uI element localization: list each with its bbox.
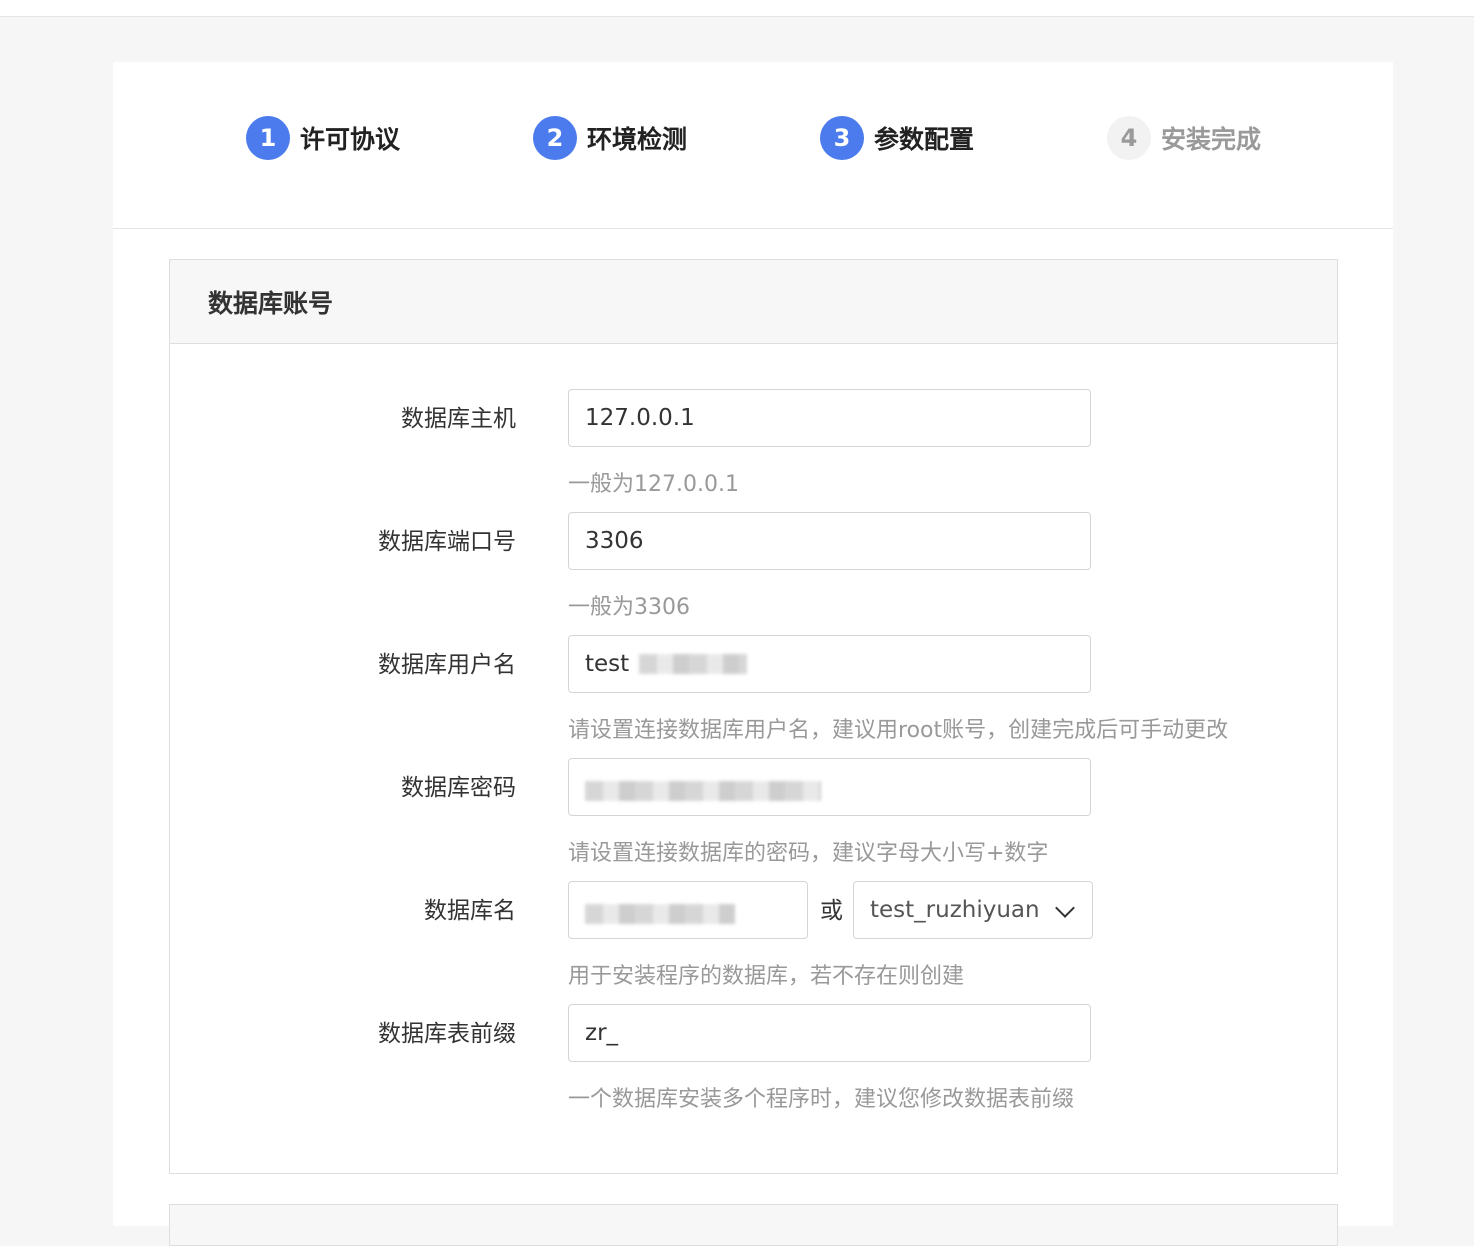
- user-label: 数据库用户名: [378, 652, 516, 678]
- or-text: 或: [820, 898, 843, 924]
- redacted-mask: [585, 781, 821, 801]
- install-steps: 1 许可协议 2 环境检测 3 参数配置 4 安装完成: [113, 62, 1393, 229]
- chevron-down-icon: [1055, 898, 1075, 918]
- field-row-port: 数据库端口号 3306: [170, 512, 1337, 572]
- panel-title: 数据库账号: [170, 260, 1337, 344]
- user-hint: 请设置连接数据库用户名，建议用root账号，创建完成后可手动更改: [568, 718, 1229, 743]
- step-environment-check: 2 环境检测: [533, 116, 687, 160]
- dbname-input[interactable]: [568, 881, 808, 939]
- redacted-mask: [585, 904, 735, 924]
- top-bar: [0, 0, 1474, 17]
- step-number: 3: [820, 116, 864, 160]
- dbname-hint: 用于安装程序的数据库，若不存在则创建: [568, 964, 965, 989]
- step-parameter-config: 3 参数配置: [820, 116, 974, 160]
- step-number: 2: [533, 116, 577, 160]
- password-hint: 请设置连接数据库的密码，建议字母大小写+数字: [568, 841, 1049, 866]
- field-row-dbname: 数据库名 或 test_ruzhiyuan: [170, 881, 1337, 941]
- step-label: 安装完成: [1161, 125, 1262, 154]
- field-row-user: 数据库用户名 test: [170, 635, 1337, 695]
- step-install-complete: 4 安装完成: [1107, 116, 1261, 160]
- step-license: 1 许可协议: [246, 116, 400, 160]
- dbname-select[interactable]: test_ruzhiyuan: [853, 881, 1093, 939]
- password-input[interactable]: [568, 758, 1091, 816]
- prefix-hint: 一个数据库安装多个程序时，建议您修改数据表前缀: [568, 1087, 1075, 1112]
- prefix-label: 数据库表前缀: [378, 1021, 516, 1047]
- prefix-input[interactable]: zr_: [568, 1004, 1091, 1062]
- dbname-select-value: test_ruzhiyuan: [870, 897, 1040, 923]
- host-label: 数据库主机: [401, 406, 516, 432]
- username-input[interactable]: test: [568, 635, 1091, 693]
- database-account-panel: 数据库账号 数据库主机 127.0.0.1 一般为127.0.0.1 数据库端口…: [169, 259, 1338, 1174]
- port-input[interactable]: 3306: [568, 512, 1091, 570]
- install-card: 1 许可协议 2 环境检测 3 参数配置 4 安装完成 数据库账号 数据库主机 …: [113, 62, 1393, 1246]
- step-label: 参数配置: [874, 125, 975, 154]
- redacted-mask: [639, 654, 747, 674]
- port-label: 数据库端口号: [378, 529, 516, 555]
- username-value: test: [585, 651, 630, 677]
- field-row-host: 数据库主机 127.0.0.1: [170, 389, 1337, 449]
- field-row-password: 数据库密码: [170, 758, 1337, 818]
- step-label: 环境检测: [587, 125, 688, 154]
- host-hint: 一般为127.0.0.1: [568, 472, 739, 497]
- dbname-label: 数据库名: [424, 898, 516, 924]
- step-number: 1: [246, 116, 290, 160]
- field-row-prefix: 数据库表前缀 zr_: [170, 1004, 1337, 1064]
- host-input[interactable]: 127.0.0.1: [568, 389, 1091, 447]
- step-label: 许可协议: [300, 125, 401, 154]
- password-label: 数据库密码: [401, 775, 516, 801]
- port-hint: 一般为3306: [568, 595, 690, 620]
- next-panel: [169, 1204, 1338, 1246]
- step-number: 4: [1107, 116, 1151, 160]
